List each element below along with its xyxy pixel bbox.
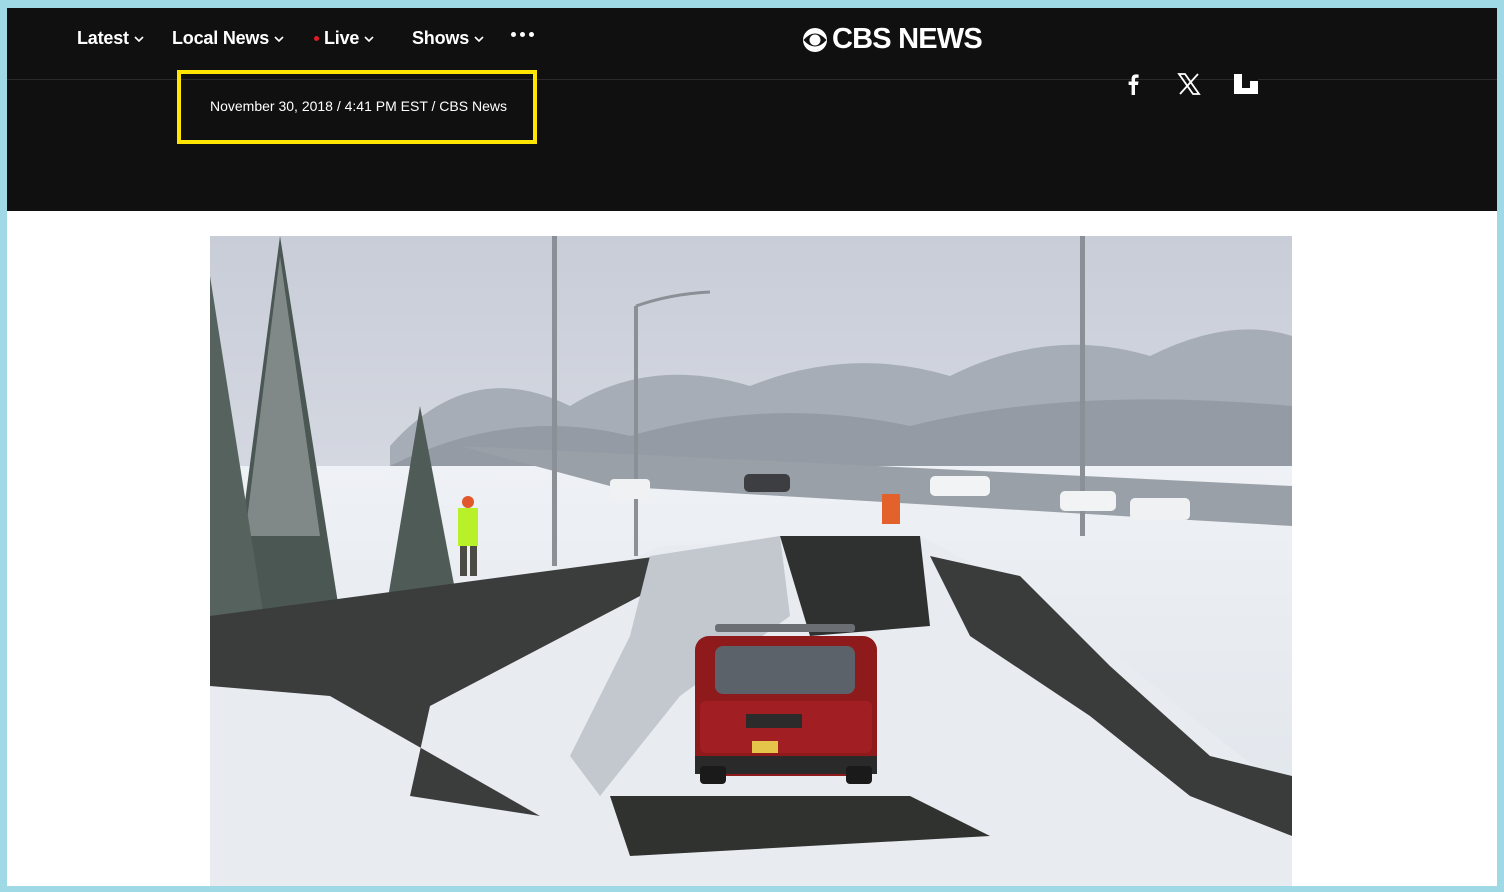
earthquake-road-photo [210, 236, 1292, 886]
highlight-annotation-box [177, 70, 537, 144]
chevron-down-icon [474, 35, 484, 42]
dot [520, 32, 525, 37]
chevron-down-icon [364, 35, 374, 42]
cbs-eye-icon [803, 27, 827, 52]
live-indicator-dot [314, 36, 319, 41]
nav-item-label: Live [324, 28, 360, 48]
red-suv [695, 624, 877, 784]
browser-viewport: Latest Local News Live Shows CBS NEWS No… [7, 8, 1497, 886]
nav-item-live[interactable]: Live [314, 28, 374, 49]
flipboard-icon[interactable] [1233, 73, 1259, 95]
nav-item-label: Shows [412, 28, 470, 48]
nav-item-label: Latest [77, 28, 129, 48]
facebook-icon[interactable] [1124, 73, 1144, 95]
dot [511, 32, 516, 37]
chevron-down-icon [274, 35, 284, 42]
nav-item-shows[interactable]: Shows [412, 28, 484, 49]
nav-item-local-news[interactable]: Local News [172, 28, 284, 49]
logo-wordmark: CBS NEWS [832, 23, 983, 55]
nav-item-label: Local News [172, 28, 270, 48]
cbs-news-logo[interactable]: CBS NEWS [801, 23, 983, 56]
more-dots-icon[interactable] [511, 32, 534, 37]
x-icon[interactable] [1177, 73, 1201, 95]
chevron-down-icon [134, 35, 144, 42]
nav-item-latest[interactable]: Latest [77, 28, 144, 49]
dot [529, 32, 534, 37]
